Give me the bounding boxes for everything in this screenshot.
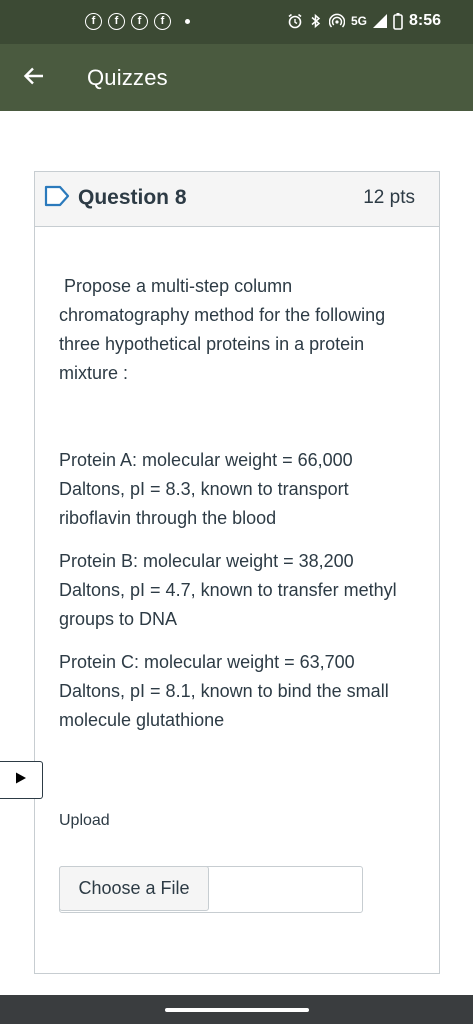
flag-question-icon[interactable] (44, 185, 70, 212)
arrow-left-icon (23, 65, 45, 92)
system-icons: 5G 8:56 (287, 12, 441, 30)
facebook-icon: f (108, 13, 125, 30)
question-points: 12 pts (363, 187, 415, 208)
question-title: Question 8 (78, 186, 187, 209)
question-prompt: Propose a multi-step column chromatograp… (59, 276, 386, 383)
upload-label: Upload (59, 812, 110, 829)
page-title: Quizzes (87, 65, 168, 90)
question-header: Question 8 12 pts (35, 172, 439, 227)
battery-icon (393, 12, 403, 30)
facebook-icon: f (154, 13, 171, 30)
hotspot-icon (328, 13, 345, 29)
status-bar: f f f f 5G 8:56 (0, 0, 473, 44)
clock: 8:56 (408, 12, 441, 29)
system-navigation-bar (0, 995, 473, 1024)
notification-dot-icon (185, 19, 190, 24)
file-upload-field[interactable]: Choose a File (59, 866, 363, 913)
app-bar: Quizzes (0, 44, 473, 111)
protein-c-description: Protein C: molecular weight = 63,700 Dal… (59, 652, 389, 730)
protein-b-description: Protein B: molecular weight = 38,200 Dal… (59, 551, 397, 629)
back-button[interactable] (14, 58, 54, 98)
play-triangle-icon (15, 771, 27, 789)
network-type: 5G (350, 14, 367, 28)
question-nav-toggle-button[interactable] (0, 761, 43, 799)
facebook-icon: f (131, 13, 148, 30)
facebook-icon: f (85, 13, 102, 30)
notification-icons: f f f f (85, 13, 190, 30)
signal-icon (372, 14, 387, 28)
alarm-icon (287, 13, 303, 29)
home-indicator[interactable] (165, 1008, 309, 1012)
protein-a-description: Protein A: molecular weight = 66,000 Dal… (59, 450, 353, 528)
bluetooth-icon (309, 13, 323, 29)
question-card: Question 8 12 pts Propose a multi-step c… (34, 171, 440, 974)
question-text: Propose a multi-step column chromatograp… (59, 272, 419, 749)
choose-file-button[interactable]: Choose a File (59, 866, 209, 911)
